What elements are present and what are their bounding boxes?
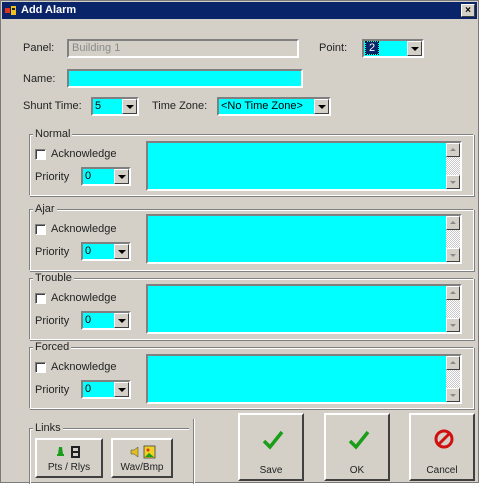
ajar-memo[interactable] bbox=[146, 214, 462, 264]
forced-memo-scrollbar[interactable] bbox=[446, 356, 460, 402]
scroll-up-icon[interactable] bbox=[446, 356, 460, 370]
forced-priority-label: Priority bbox=[35, 384, 70, 396]
point-dropdown-icon[interactable] bbox=[407, 41, 422, 56]
forced-memo[interactable] bbox=[146, 354, 462, 404]
cancel-button[interactable]: Cancel bbox=[409, 413, 475, 481]
trouble-priority-value: 0 bbox=[85, 314, 92, 326]
ok-label: OK bbox=[349, 465, 365, 476]
ok-button[interactable]: OK bbox=[324, 413, 390, 481]
cancel-label: Cancel bbox=[426, 465, 458, 476]
trouble-acknowledge-checkbox[interactable] bbox=[35, 293, 46, 304]
scroll-down-icon[interactable] bbox=[446, 388, 460, 402]
normal-priority-label: Priority bbox=[35, 171, 70, 183]
forced-priority-dropdown-icon[interactable] bbox=[114, 382, 129, 397]
window-title: Add Alarm bbox=[21, 4, 77, 16]
panel-field: Building 1 bbox=[67, 39, 299, 58]
ajar-priority-value: 0 bbox=[85, 245, 92, 257]
links-title: Links bbox=[33, 422, 63, 434]
forced-acknowledge-label: Acknowledge bbox=[51, 361, 117, 373]
time-zone-value: <No Time Zone> bbox=[221, 100, 303, 112]
cancel-icon bbox=[434, 429, 454, 449]
ajar-memo-scrollbar[interactable] bbox=[446, 216, 460, 262]
scroll-up-icon[interactable] bbox=[446, 216, 460, 230]
forced-priority-value: 0 bbox=[85, 383, 92, 395]
checkmark-icon bbox=[262, 430, 284, 450]
title-bar: Add Alarm × bbox=[2, 2, 477, 19]
trouble-memo[interactable] bbox=[146, 284, 462, 334]
normal-acknowledge-checkbox[interactable] bbox=[35, 149, 46, 160]
normal-priority-dropdown-icon[interactable] bbox=[114, 169, 129, 184]
normal-priority-select[interactable]: 0 bbox=[81, 167, 131, 186]
normal-priority-value: 0 bbox=[85, 170, 92, 182]
ajar-acknowledge-checkbox[interactable] bbox=[35, 224, 46, 235]
wav-bmp-label: Wav/Bmp bbox=[120, 462, 164, 473]
ajar-acknowledge-label: Acknowledge bbox=[51, 223, 117, 235]
time-zone-dropdown-icon[interactable] bbox=[314, 99, 329, 114]
ajar-priority-label: Priority bbox=[35, 246, 70, 258]
shunt-time-value: 5 bbox=[95, 100, 102, 112]
checkmark-icon bbox=[348, 430, 370, 450]
forced-priority-select[interactable]: 0 bbox=[81, 380, 131, 399]
scroll-down-icon[interactable] bbox=[446, 248, 460, 262]
trouble-priority-label: Priority bbox=[35, 315, 70, 327]
section-trouble-title: Trouble bbox=[33, 272, 74, 284]
pts-rlys-button[interactable]: Pts / Rlys bbox=[35, 438, 103, 478]
wav-bmp-button[interactable]: Wav/Bmp bbox=[111, 438, 173, 478]
scroll-down-icon[interactable] bbox=[446, 175, 460, 189]
shunt-time-dropdown-icon[interactable] bbox=[122, 99, 137, 114]
scroll-up-icon[interactable] bbox=[446, 143, 460, 157]
separator bbox=[193, 419, 195, 484]
section-ajar-title: Ajar bbox=[33, 203, 57, 215]
normal-memo-scrollbar[interactable] bbox=[446, 143, 460, 189]
point-select[interactable]: 2 bbox=[362, 39, 424, 58]
close-icon: × bbox=[465, 5, 471, 16]
shunt-time-select[interactable]: 5 bbox=[91, 97, 139, 116]
trouble-acknowledge-label: Acknowledge bbox=[51, 292, 117, 304]
save-button[interactable]: Save bbox=[238, 413, 304, 481]
ajar-priority-select[interactable]: 0 bbox=[81, 242, 131, 261]
save-label: Save bbox=[259, 465, 283, 476]
trouble-memo-scrollbar[interactable] bbox=[446, 286, 460, 332]
name-label: Name: bbox=[23, 73, 56, 85]
points-relays-icon bbox=[57, 446, 80, 458]
name-input[interactable] bbox=[67, 69, 303, 88]
section-normal-title: Normal bbox=[33, 128, 73, 140]
trouble-priority-select[interactable]: 0 bbox=[81, 311, 131, 330]
time-zone-label: Time Zone: bbox=[152, 100, 208, 112]
ajar-priority-dropdown-icon[interactable] bbox=[114, 244, 129, 259]
add-alarm-dialog: Add Alarm × Panel: Building 1 Point: 2 N… bbox=[0, 0, 479, 484]
alarm-app-icon bbox=[5, 6, 16, 15]
trouble-priority-dropdown-icon[interactable] bbox=[114, 313, 129, 328]
normal-memo[interactable] bbox=[146, 141, 462, 191]
close-button[interactable]: × bbox=[461, 4, 475, 17]
pts-rlys-label: Pts / Rlys bbox=[47, 462, 91, 473]
panel-label: Panel: bbox=[23, 42, 55, 54]
section-forced-title: Forced bbox=[33, 341, 72, 353]
normal-acknowledge-label: Acknowledge bbox=[51, 148, 117, 160]
scroll-down-icon[interactable] bbox=[446, 318, 460, 332]
point-value: 2 bbox=[364, 41, 380, 55]
forced-acknowledge-checkbox[interactable] bbox=[35, 362, 46, 373]
panel-value: Building 1 bbox=[72, 42, 121, 54]
scroll-up-icon[interactable] bbox=[446, 286, 460, 300]
time-zone-select[interactable]: <No Time Zone> bbox=[217, 97, 331, 116]
shunt-time-label: Shunt Time: bbox=[23, 100, 82, 112]
point-label: Point: bbox=[319, 42, 348, 54]
sound-image-icon bbox=[130, 445, 156, 459]
